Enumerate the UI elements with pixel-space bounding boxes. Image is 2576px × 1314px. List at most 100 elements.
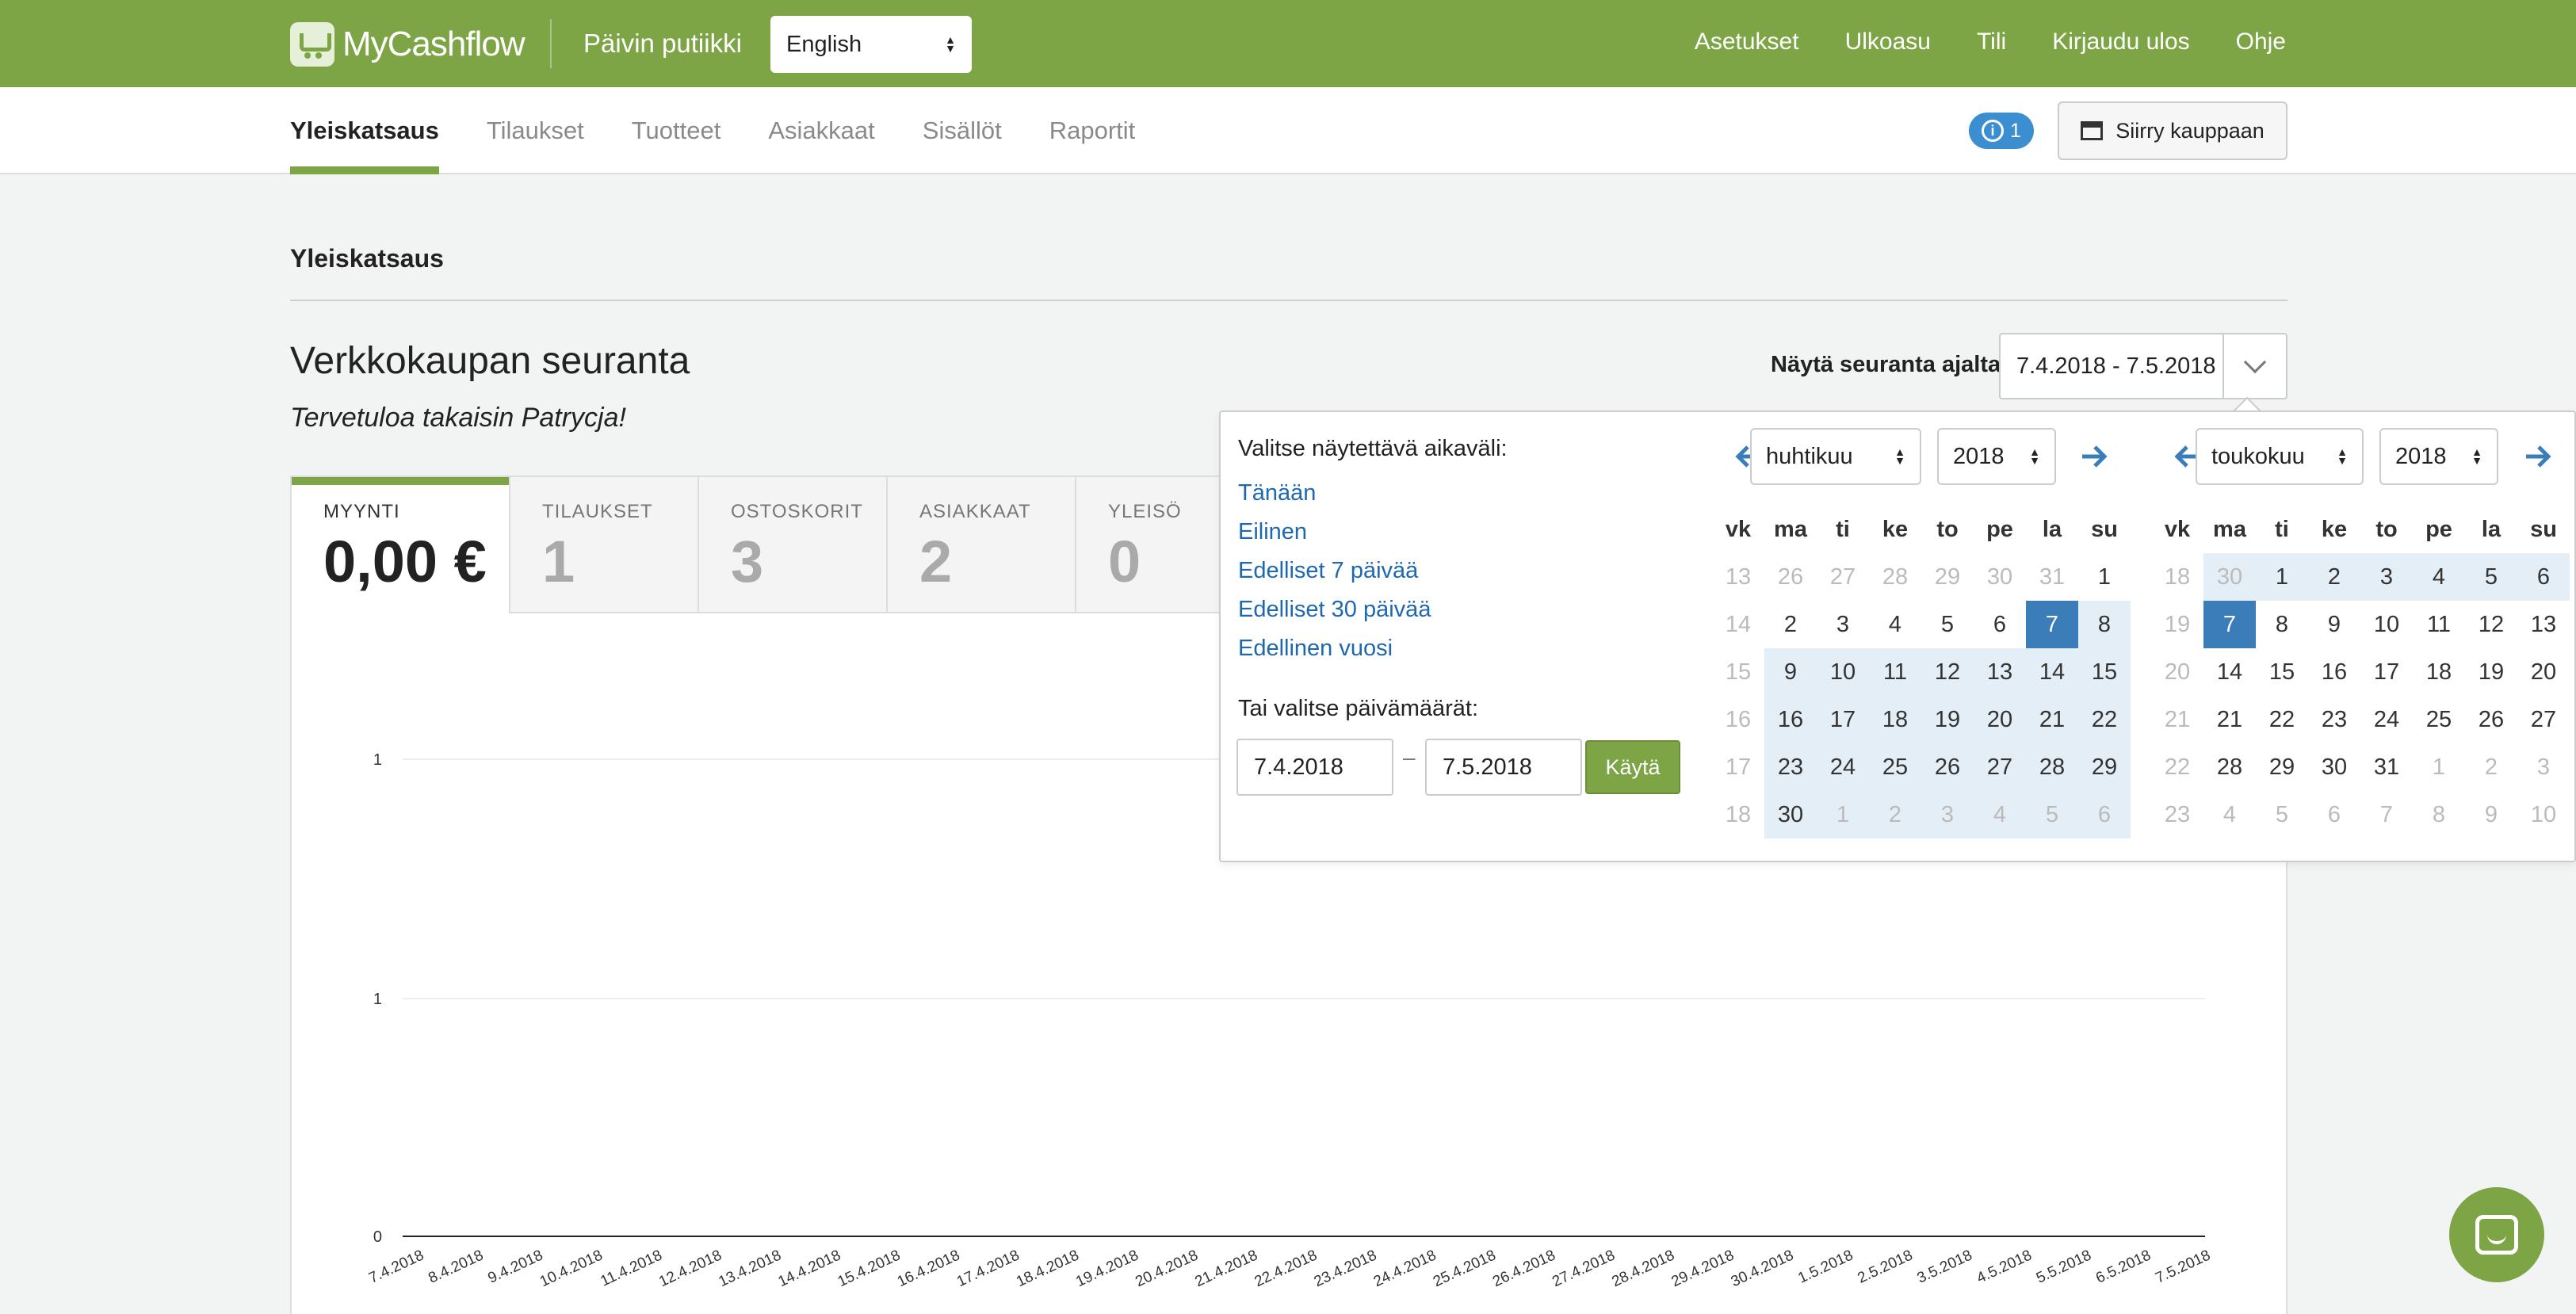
calendar-day[interactable]: 2 [2308,553,2360,601]
calendar-day[interactable]: 2 [1869,791,1921,838]
year-select[interactable]: 2018 ▲ ▼ [1937,428,2056,485]
calendar-day[interactable]: 19 [1921,696,1974,743]
from-date-input[interactable]: 7.4.2018 [1236,739,1393,796]
calendar-day[interactable]: 5 [2465,553,2517,601]
calendar-day[interactable]: 10 [1817,648,1869,696]
calendar-day[interactable]: 7 [2360,791,2413,838]
calendar-day[interactable]: 20 [2517,648,2570,696]
calendar-day[interactable]: 12 [1921,648,1974,696]
calendar-day[interactable]: 11 [2413,601,2465,648]
calendar-day[interactable]: 26 [1921,743,1974,791]
calendar-day[interactable]: 29 [2078,743,2131,791]
calendar-day[interactable]: 17 [2360,648,2413,696]
notification-badge[interactable]: i 1 [1969,113,2034,149]
calendar-day[interactable]: 28 [2026,743,2078,791]
calendar-day[interactable]: 18 [2413,648,2465,696]
tab-orders[interactable]: Tilaukset [487,87,584,174]
nav-layout[interactable]: Ulkoasu [1845,29,1931,55]
calendar-day[interactable]: 23 [2308,696,2360,743]
calendar-day[interactable]: 3 [1921,791,1974,838]
calendar-day[interactable]: 6 [1974,601,2026,648]
calendar-day[interactable]: 3 [1817,601,1869,648]
calendar-day[interactable]: 10 [2517,791,2570,838]
calendar-day[interactable]: 4 [2203,791,2256,838]
calendar-day[interactable]: 14 [2203,648,2256,696]
calendar-day[interactable]: 29 [1921,553,1974,601]
calendar-day[interactable]: 21 [2203,696,2256,743]
calendar-day[interactable]: 4 [2413,553,2465,601]
calendar-day[interactable]: 9 [2308,601,2360,648]
calendar-day[interactable]: 31 [2026,553,2078,601]
stat-sales[interactable]: MYYNTI 0,00 € [292,477,510,613]
calendar-day[interactable]: 3 [2517,743,2570,791]
calendar-day[interactable]: 21 [2026,696,2078,743]
calendar-day[interactable]: 18 [1869,696,1921,743]
calendar-day[interactable]: 2 [2465,743,2517,791]
month-select[interactable]: toukokuu ▲ ▼ [2196,428,2364,485]
go-to-store-button[interactable]: Siirry kauppaan [2058,101,2287,160]
to-date-input[interactable]: 7.5.2018 [1425,739,1582,796]
calendar-day[interactable]: 29 [2256,743,2308,791]
calendar-day[interactable]: 26 [1764,553,1817,601]
preset-today[interactable]: Tänään [1238,480,1431,506]
calendar-day[interactable]: 8 [2256,601,2308,648]
tab-content[interactable]: Sisällöt [923,87,1002,174]
nav-settings[interactable]: Asetukset [1695,29,1799,55]
tab-products[interactable]: Tuotteet [632,87,721,174]
calendar-day[interactable]: 13 [2517,601,2570,648]
apply-button[interactable]: Käytä [1585,740,1680,794]
year-select[interactable]: 2018 ▲ ▼ [2379,428,2498,485]
calendar-day[interactable]: 27 [2517,696,2570,743]
month-select[interactable]: huhtikuu ▲ ▼ [1750,428,1921,485]
calendar-day[interactable]: 11 [1869,648,1921,696]
calendar-day[interactable]: 4 [1974,791,2026,838]
calendar-day[interactable]: 5 [1921,601,1974,648]
calendar-day[interactable]: 13 [1974,648,2026,696]
calendar-day[interactable]: 30 [1764,791,1817,838]
calendar-day[interactable]: 22 [2256,696,2308,743]
calendar-day[interactable]: 28 [2203,743,2256,791]
calendar-day[interactable]: 16 [1764,696,1817,743]
calendar-day[interactable]: 19 [2465,648,2517,696]
calendar-day[interactable]: 31 [2360,743,2413,791]
calendar-day[interactable]: 22 [2078,696,2131,743]
calendar-day[interactable]: 9 [1764,648,1817,696]
calendar-day-selected[interactable]: 7 [2026,601,2078,648]
calendar-day[interactable]: 1 [2256,553,2308,601]
calendar-day[interactable]: 5 [2256,791,2308,838]
nav-account[interactable]: Tili [1977,29,2006,55]
tab-reports[interactable]: Raportit [1049,87,1136,174]
calendar-day[interactable]: 27 [1974,743,2026,791]
calendar-day[interactable]: 17 [1817,696,1869,743]
preset-last-7-days[interactable]: Edelliset 7 päivää [1238,558,1431,584]
preset-yesterday[interactable]: Eilinen [1238,519,1431,545]
calendar-day[interactable]: 23 [1764,743,1817,791]
tab-overview[interactable]: Yleiskatsaus [290,87,439,174]
stat-customers[interactable]: ASIAKKAAT 2 [888,477,1076,613]
calendar-day[interactable]: 6 [2078,791,2131,838]
stat-carts[interactable]: OSTOSKORIT 3 [699,477,888,613]
calendar-day[interactable]: 27 [1817,553,1869,601]
calendar-day[interactable]: 1 [2078,553,2131,601]
calendar-day[interactable]: 6 [2517,553,2570,601]
calendar-day[interactable]: 30 [2308,743,2360,791]
calendar-day[interactable]: 25 [1869,743,1921,791]
calendar-day[interactable]: 16 [2308,648,2360,696]
next-month-button[interactable] [2522,441,2554,472]
calendar-day[interactable]: 30 [2203,553,2256,601]
calendar-day[interactable]: 8 [2078,601,2131,648]
calendar-day[interactable]: 20 [1974,696,2026,743]
calendar-day[interactable]: 1 [1817,791,1869,838]
date-range-toggle[interactable] [2222,334,2286,398]
calendar-day[interactable]: 15 [2256,648,2308,696]
calendar-day[interactable]: 12 [2465,601,2517,648]
calendar-day[interactable]: 4 [1869,601,1921,648]
calendar-day[interactable]: 8 [2413,791,2465,838]
chat-button[interactable] [2449,1187,2544,1282]
calendar-day[interactable]: 6 [2308,791,2360,838]
preset-last-year[interactable]: Edellinen vuosi [1238,636,1431,662]
calendar-day[interactable]: 26 [2465,696,2517,743]
calendar-day[interactable]: 9 [2465,791,2517,838]
calendar-day[interactable]: 30 [1974,553,2026,601]
calendar-day[interactable]: 24 [2360,696,2413,743]
